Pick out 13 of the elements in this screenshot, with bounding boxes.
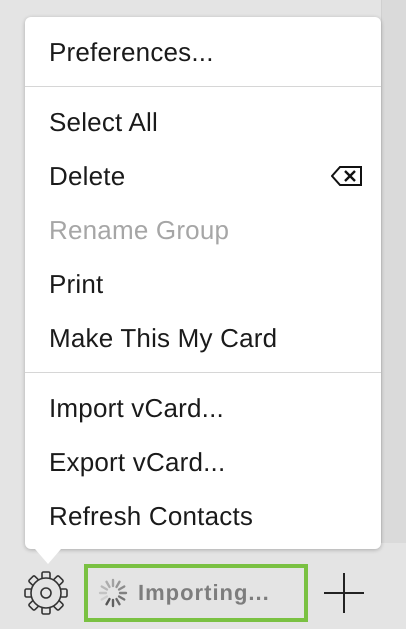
add-icon[interactable] (322, 570, 366, 614)
menu-item[interactable]: Select All (25, 95, 381, 149)
status-indicator: Importing... (84, 564, 308, 622)
menu-item[interactable]: Preferences... (25, 25, 381, 79)
menu-item[interactable]: Import vCard... (25, 381, 381, 435)
delete-key-icon (331, 165, 363, 187)
menu-item[interactable]: Print (25, 257, 381, 311)
menu-item[interactable]: Make This My Card (25, 311, 381, 365)
menu-item[interactable]: Export vCard... (25, 435, 381, 489)
menu-item[interactable]: Refresh Contacts (25, 489, 381, 543)
spinner-icon (98, 578, 128, 608)
menu-item[interactable]: Delete (25, 149, 381, 203)
settings-icon[interactable] (22, 568, 70, 616)
